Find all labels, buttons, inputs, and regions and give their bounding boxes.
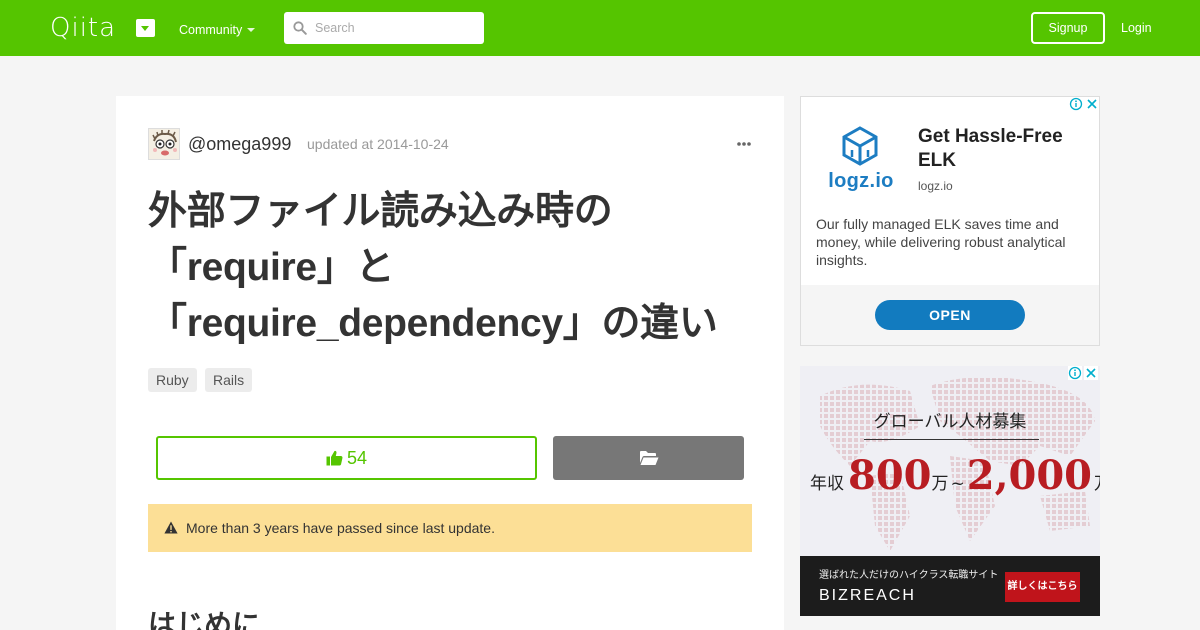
salary-low: 800 <box>848 452 932 499</box>
title-line: 外部ファイル読み込み時の <box>148 190 613 233</box>
community-caret-icon[interactable] <box>247 28 255 32</box>
ad-subtitle: 選ばれた人だけのハイクラス転職サイト <box>819 570 999 581</box>
search-input[interactable] <box>284 12 484 44</box>
author-avatar[interactable] <box>148 128 180 160</box>
search-placeholder: Search <box>315 21 355 35</box>
article-title: 外部ファイル読み込み時の 「require」と 「require_depende… <box>148 184 758 352</box>
author-name-link[interactable]: @omega999 <box>188 133 291 155</box>
salary-unit: 万円 <box>1094 474 1100 494</box>
updated-date: updated at 2014-10-24 <box>307 136 449 152</box>
logo-dropdown-icon[interactable] <box>136 19 155 37</box>
section-heading: はじめに <box>148 609 261 630</box>
ad-close-icon[interactable] <box>1085 97 1099 111</box>
signup-button[interactable]: Signup <box>1031 12 1105 44</box>
ad-domain: logz.io <box>918 179 953 193</box>
salary-prefix: 年収 <box>810 474 844 494</box>
ad-divider <box>864 439 1039 440</box>
salary-tilde: ~ <box>950 474 965 494</box>
ad-headline: グローバル人材募集 <box>873 412 1027 432</box>
stock-button[interactable] <box>553 436 744 480</box>
login-link[interactable]: Login <box>1121 20 1152 36</box>
tag-rails[interactable]: Rails <box>205 368 253 392</box>
thumbs-up-icon <box>326 450 343 466</box>
salary-unit: 万 <box>931 474 949 494</box>
salary-high: 2,000 <box>966 452 1093 499</box>
ad-salary: 年収800万~2,000万円 <box>810 454 1100 506</box>
logzio-wordmark: logz.io <box>828 170 894 192</box>
ad-body-text: Our fully managed ELK saves time and mon… <box>816 216 1066 268</box>
ad-footer: OPEN <box>801 285 1099 345</box>
ad-title[interactable]: Get Hassle-Free ELK <box>918 125 1088 173</box>
like-button[interactable]: 54 <box>156 436 537 480</box>
qiita-logo[interactable]: Qiita <box>50 13 116 43</box>
ad-bizreach[interactable]: グローバル人材募集 年収800万~2,000万円 選ばれた人だけのハイクラス転職… <box>800 366 1100 616</box>
ad-bottom-bar: 選ばれた人だけのハイクラス転職サイト BIZREACH 詳しくはこちら <box>800 556 1100 616</box>
ad-choices-icon[interactable] <box>1068 366 1082 380</box>
title-line: 「require」と <box>148 246 395 289</box>
top-navbar: Qiita Community Search Signup Login <box>0 0 1200 56</box>
warning-text: More than 3 years have passed since last… <box>186 520 495 536</box>
ad-choices-icon[interactable] <box>1069 97 1083 111</box>
search-icon <box>293 21 307 35</box>
warning-icon <box>164 521 178 534</box>
title-line: 「require_dependency」の違い <box>148 302 718 345</box>
ad-details-button[interactable]: 詳しくはこちら <box>1005 572 1080 602</box>
more-options-icon[interactable] <box>736 136 752 152</box>
ad-open-button[interactable]: OPEN <box>875 300 1025 330</box>
ad-close-icon[interactable] <box>1084 366 1098 380</box>
avatar-face-icon <box>149 129 179 159</box>
outdated-warning: More than 3 years have passed since last… <box>148 504 752 552</box>
ad-logzio[interactable]: logz.io Get Hassle-Free ELK logz.io Our … <box>800 96 1100 346</box>
tag-ruby[interactable]: Ruby <box>148 368 197 392</box>
bizreach-logo: BIZREACH <box>819 587 916 604</box>
community-menu[interactable]: Community <box>179 22 242 38</box>
like-count: 54 <box>346 447 368 468</box>
folder-open-icon <box>640 451 659 465</box>
